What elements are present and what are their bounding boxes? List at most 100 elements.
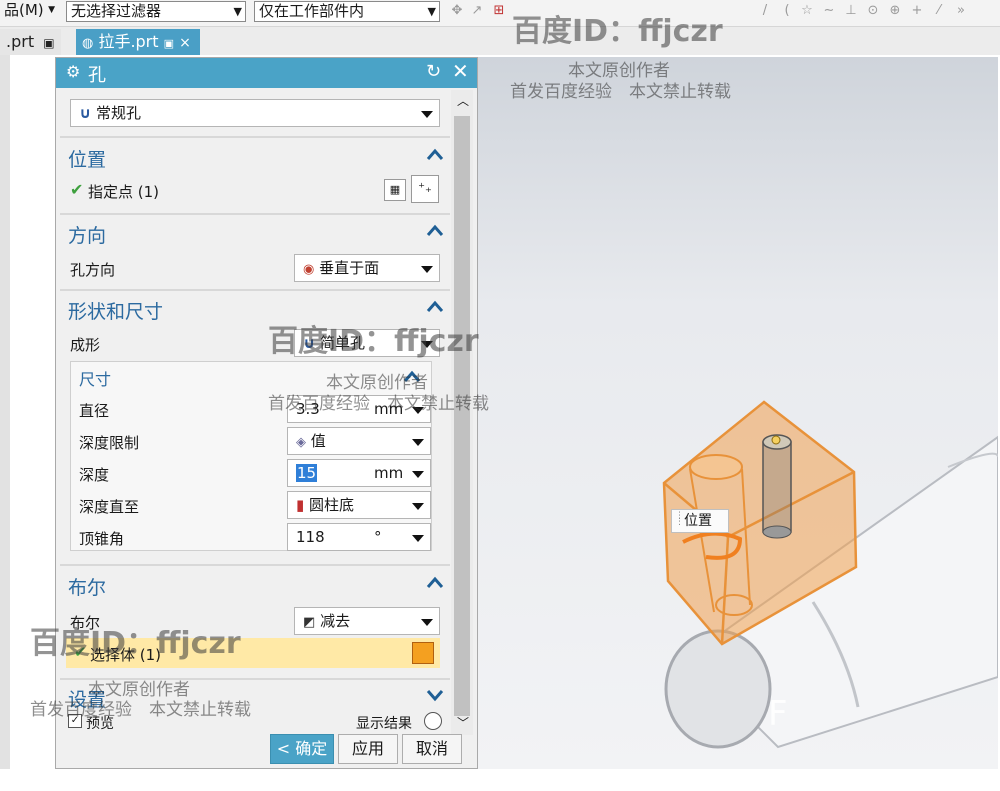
hole-direction-combo[interactable]: ◉ 垂直于面: [294, 254, 440, 282]
line-icon[interactable]: /: [758, 4, 772, 18]
section-direction-label: 方向: [68, 225, 107, 247]
cylinder-end-face: [664, 629, 772, 749]
selection-scope-value: 仅在工作部件内: [259, 2, 365, 20]
chevron-down-icon: [412, 503, 424, 510]
depth-input[interactable]: 15 mm: [287, 459, 431, 487]
divider-3: [60, 289, 450, 291]
watermark-id-bottom: 百度ID：ffjczr: [30, 626, 241, 661]
document-tabs: .prt ▣ ◍ 拉手.prt ▣ ×: [0, 27, 1000, 55]
position-tooltip: ⋮ ⋮ 位置: [671, 509, 729, 533]
chevron-down-icon: [412, 439, 424, 446]
star-icon[interactable]: ☆: [800, 4, 814, 18]
arc-icon[interactable]: (: [780, 4, 794, 18]
menu-fragment[interactable]: 品(M) ▼: [0, 1, 58, 22]
tab-restore-icon[interactable]: ▣: [43, 36, 54, 50]
model-view: F: [662, 400, 998, 749]
tangent-icon[interactable]: ⁄: [932, 4, 946, 18]
chevron-down-icon[interactable]: [426, 686, 444, 704]
check-icon: ✔: [70, 180, 84, 199]
menu-fragment-label: 品(M): [4, 1, 44, 19]
dimensions-label: 尺寸: [79, 370, 112, 389]
cancel-button[interactable]: 取消: [402, 734, 462, 764]
gear-icon[interactable]: ⚙: [66, 62, 80, 81]
depth-limit-label: 深度限制: [79, 434, 140, 452]
part-file-icon: ◍: [82, 36, 94, 51]
svg-text:F: F: [768, 694, 788, 734]
depth-to-label: 深度直至: [79, 498, 140, 516]
tip-angle-label: 顶锥角: [79, 530, 125, 548]
arrow-icon[interactable]: ↗: [470, 4, 484, 18]
chevron-up-icon[interactable]: [426, 574, 444, 592]
depth-limit-value: 值: [310, 432, 326, 450]
ok-button[interactable]: < 确定 >: [270, 734, 334, 786]
sketch-icon[interactable]: ▦: [384, 179, 406, 201]
tab-restore-icon-2[interactable]: ▣: [164, 37, 174, 50]
depth-to-combo[interactable]: ▮ 圆柱底: [287, 491, 431, 519]
graphics-viewport[interactable]: F ⋮ ⋮ 位置: [478, 57, 998, 769]
scroll-down-icon[interactable]: ﹀: [457, 714, 469, 731]
boolean-combo[interactable]: ◩ 减去: [294, 607, 440, 635]
close-icon[interactable]: ✕: [452, 59, 469, 83]
chevron-up-icon[interactable]: [426, 222, 444, 240]
tip-angle-unit: °: [374, 528, 382, 546]
apply-button[interactable]: 应用: [338, 734, 398, 764]
divider-2: [60, 213, 450, 215]
watermark-id-top: 百度ID：ffjczr: [512, 14, 723, 49]
hole-preview: [762, 441, 792, 533]
watermark-line2-top: 首发百度经验 本文禁止转载: [510, 82, 731, 102]
tip-angle-input[interactable]: 118 °: [287, 523, 431, 551]
section-position[interactable]: 位置: [60, 140, 450, 174]
chevron-down-icon: [421, 266, 433, 273]
normal-to-face-icon: ◉: [303, 262, 315, 277]
section-direction[interactable]: 方向: [60, 216, 450, 250]
depth-value: 15: [296, 464, 318, 482]
drag-grip-icon: ⋮ ⋮: [675, 511, 684, 527]
reset-icon[interactable]: ↻: [426, 61, 441, 82]
tab-close-icon[interactable]: ×: [179, 35, 191, 51]
selection-scope-combo[interactable]: 仅在工作部件内 ▼: [254, 1, 440, 22]
watermark-id-middle: 百度ID：ffjczr: [268, 324, 479, 359]
dialog-title: 孔: [88, 65, 106, 86]
chevron-up-icon[interactable]: [426, 146, 444, 164]
point-icon[interactable]: ⊞: [492, 4, 506, 18]
section-boolean[interactable]: 布尔: [60, 568, 450, 602]
chevron-up-icon[interactable]: [426, 298, 444, 316]
solid-body-icon[interactable]: [412, 642, 434, 664]
depth-label: 深度: [79, 466, 110, 484]
more-icon[interactable]: »: [954, 4, 968, 18]
show-result-label: 显示结果: [356, 716, 412, 732]
selection-filter-combo[interactable]: 无选择过滤器 ▼: [66, 1, 246, 22]
point-dialog-icon[interactable]: ⁺₊: [411, 175, 439, 203]
quadrant-icon[interactable]: ⊕: [888, 4, 902, 18]
form-label: 成形: [70, 336, 101, 354]
divider: [60, 136, 450, 138]
dialog-title-bar[interactable]: ⚙ 孔 ↻ ✕: [56, 58, 477, 88]
hole-direction-label: 孔方向: [70, 261, 116, 279]
snap-icon[interactable]: ✥: [450, 4, 464, 18]
tip-angle-value: 118: [296, 528, 325, 546]
bottom-edge: [0, 769, 1000, 774]
tab-handle-prt[interactable]: ◍ 拉手.prt ▣ ×: [76, 29, 200, 55]
scroll-thumb[interactable]: [454, 116, 470, 716]
watermark-line2-middle: 首发百度经验 本文禁止转载: [268, 394, 489, 414]
tooltip-text: 位置: [684, 513, 712, 529]
chevron-down-icon: [412, 471, 424, 478]
tab-prt[interactable]: .prt ▣: [0, 29, 61, 55]
depth-limit-combo[interactable]: ◈ 值: [287, 427, 431, 455]
depth-unit: mm: [374, 464, 404, 482]
chevron-down-icon: [421, 619, 433, 626]
center-icon[interactable]: ⊙: [866, 4, 880, 18]
diameter-label: 直径: [79, 402, 110, 420]
left-edge-strip: [0, 55, 10, 774]
watermark-line2-bottom: 首发百度经验 本文禁止转载: [30, 700, 251, 720]
hole-type-combo[interactable]: ∪ 常规孔: [70, 99, 440, 127]
hole-type-value: 常规孔: [95, 104, 141, 122]
show-result-icon[interactable]: [424, 712, 442, 730]
section-position-label: 位置: [68, 149, 107, 171]
perpendicular-icon[interactable]: ⊥: [844, 4, 858, 18]
value-cube-icon: ◈: [296, 435, 306, 450]
scroll-up-icon[interactable]: ︿: [457, 92, 469, 109]
plus-icon[interactable]: +: [910, 4, 924, 18]
tab-prt-label: .prt: [6, 32, 35, 51]
curve-icon[interactable]: ∼: [822, 4, 836, 18]
